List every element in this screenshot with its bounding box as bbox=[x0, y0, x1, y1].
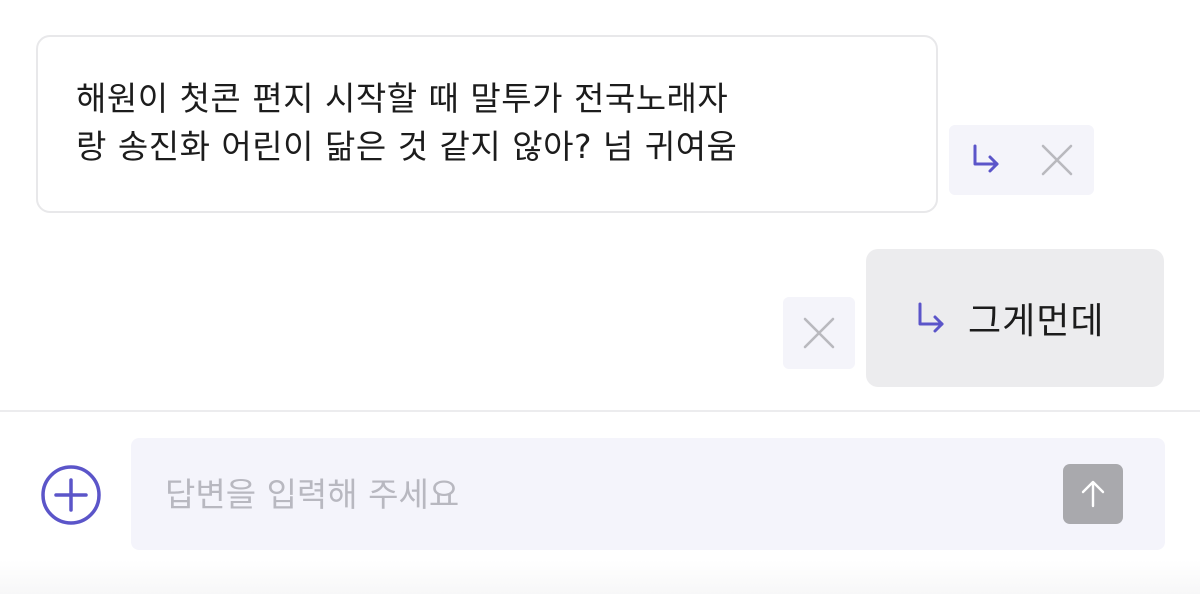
add-attachment-button[interactable] bbox=[40, 464, 102, 526]
reply-arrow-icon bbox=[973, 144, 999, 173]
message-input[interactable] bbox=[165, 468, 1045, 520]
close-icon bbox=[803, 317, 835, 349]
sent-dismiss-button[interactable] bbox=[783, 297, 855, 369]
chat-area: 해원이 첫콘 편지 시작할 때 말투가 전국노래자 랑 송진화 어린이 닮은 것… bbox=[0, 0, 1200, 410]
bottom-edge bbox=[0, 560, 1200, 594]
reply-arrow-icon bbox=[918, 302, 944, 333]
message-input-container bbox=[131, 438, 1165, 550]
received-message-actions bbox=[949, 125, 1094, 195]
received-message-line: 해원이 첫콘 편지 시작할 때 말투가 전국노래자 bbox=[76, 79, 729, 118]
sent-message-bubble[interactable]: 그게먼데 bbox=[866, 249, 1164, 387]
plus-circle-icon bbox=[41, 465, 101, 525]
sent-message-text: 그게먼데 bbox=[968, 301, 1105, 342]
received-message-bubble[interactable]: 해원이 첫콘 편지 시작할 때 말투가 전국노래자 랑 송진화 어린이 닮은 것… bbox=[36, 35, 938, 213]
arrow-up-icon bbox=[1081, 480, 1105, 508]
received-message-line: 랑 송진화 어린이 닮은 것 같지 않아? 넘 귀여움 bbox=[76, 127, 738, 166]
received-message-text: 해원이 첫콘 편지 시작할 때 말투가 전국노래자 랑 송진화 어린이 닮은 것… bbox=[76, 75, 900, 171]
dismiss-button[interactable] bbox=[1021, 125, 1093, 195]
send-button[interactable] bbox=[1063, 464, 1123, 524]
reply-button[interactable] bbox=[949, 125, 1021, 195]
close-icon bbox=[1041, 144, 1073, 176]
